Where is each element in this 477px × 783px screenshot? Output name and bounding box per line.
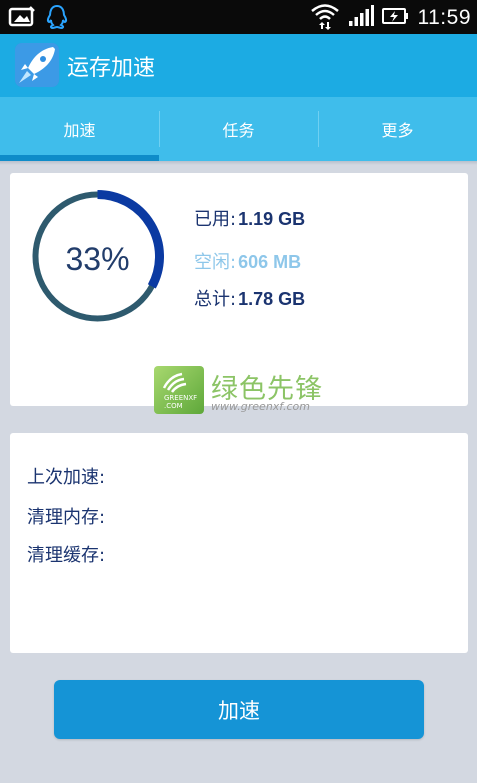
total-label: 总计: bbox=[194, 289, 237, 310]
signal-icon bbox=[348, 4, 374, 32]
tab-bar-shadow bbox=[0, 161, 477, 165]
tab-boost[interactable]: 加速 bbox=[0, 97, 159, 161]
boost-info-card: 上次加速: 清理内存: 清理缓存: bbox=[10, 433, 468, 653]
clean-memory-label: 清理内存: bbox=[27, 507, 106, 528]
app-title: 运存加速 bbox=[67, 56, 156, 81]
total-value: 1.78 GB bbox=[238, 289, 306, 309]
battery-charging-icon bbox=[381, 4, 410, 32]
status-bar-left bbox=[8, 4, 68, 34]
status-bar-right: 11:59 bbox=[310, 2, 472, 34]
gallery-icon bbox=[8, 5, 36, 33]
tab-tasks[interactable]: 任务 bbox=[159, 97, 318, 161]
rocket-icon[interactable] bbox=[15, 43, 59, 87]
free-value: 606 MB bbox=[238, 252, 302, 272]
boost-button[interactable]: 加速 bbox=[54, 680, 424, 739]
watermark: GREENXF .COM 绿色先锋 www.greenxf.com bbox=[154, 366, 324, 416]
memory-percent: 33% bbox=[65, 241, 130, 277]
tab-more[interactable]: 更多 bbox=[318, 97, 477, 161]
watermark-logo-icon: GREENXF .COM bbox=[154, 366, 204, 414]
memory-card: 33% 已用: 1.19 GB 空闲: 606 MB 总计: 1.78 GB GREE… bbox=[10, 173, 468, 414]
free-label: 空闲: bbox=[194, 252, 237, 273]
used-value: 1.19 GB bbox=[238, 209, 306, 229]
used-memory: 已用: 1.19 GB bbox=[194, 205, 305, 231]
clean-cache-label: 清理缓存: bbox=[27, 545, 106, 566]
last-boost-label: 上次加速: bbox=[27, 467, 106, 488]
status-bar: 11:59 bbox=[0, 0, 477, 34]
total-memory: 总计: 1.78 GB bbox=[194, 285, 305, 311]
clock-time: 11:59 bbox=[417, 6, 471, 29]
watermark-url: www.greenxf.com bbox=[211, 400, 310, 413]
action-bar: 运存加速 bbox=[0, 34, 477, 97]
qq-icon bbox=[46, 4, 68, 34]
wifi-icon bbox=[310, 2, 340, 34]
used-label: 已用: bbox=[194, 209, 237, 230]
tab-bar: 加速 任务 更多 bbox=[0, 97, 477, 161]
free-memory: 空闲: 606 MB bbox=[194, 248, 301, 274]
watermark-badge-text: GREENXF .COM bbox=[164, 394, 198, 410]
